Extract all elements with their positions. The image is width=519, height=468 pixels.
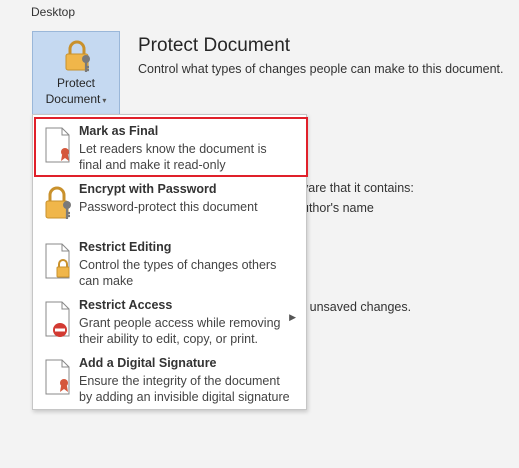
submenu-arrow-icon[interactable]: ▶ <box>289 312 296 323</box>
menu-item-mark-as-final[interactable]: Mark as Final Let readers know the docum… <box>33 119 306 177</box>
mark-as-final-icon <box>45 127 70 163</box>
menu-item-add-digital-signature[interactable]: Add a Digital Signature Ensure the integ… <box>33 351 306 409</box>
digital-signature-icon <box>45 359 70 395</box>
background-text-fragment: r unsaved changes. <box>302 300 412 314</box>
protect-button-line2: Document ▾ <box>45 92 107 106</box>
background-text-fragment: uthor's name <box>302 201 374 215</box>
menu-item-description: Control the types of changes others <box>79 258 277 272</box>
breadcrumb: Desktop <box>31 5 76 19</box>
encrypt-password-icon <box>45 186 71 219</box>
protect-document-button[interactable]: Protect Document ▾ <box>32 31 120 115</box>
menu-item-description: Let readers know the document is <box>79 142 267 156</box>
menu-item-description: Password-protect this document <box>79 200 258 214</box>
menu-item-title: Restrict Access <box>79 298 173 312</box>
menu-item-title: Add a Digital Signature <box>79 356 217 370</box>
section-description: Control what types of changes people can… <box>138 62 504 76</box>
menu-item-description: Grant people access while removing <box>79 316 281 330</box>
menu-item-description: final and make it read-only <box>79 158 226 172</box>
restrict-editing-icon <box>45 243 70 279</box>
menu-item-title: Restrict Editing <box>79 240 172 254</box>
restrict-access-icon <box>45 301 70 337</box>
menu-item-restrict-access[interactable]: Restrict Access Grant people access whil… <box>33 293 306 351</box>
background-text-fragment: vare that it contains: <box>302 181 414 195</box>
menu-item-restrict-editing[interactable]: Restrict Editing Control the types of ch… <box>33 235 306 293</box>
menu-item-title: Encrypt with Password <box>79 182 217 196</box>
menu-item-description: can make <box>79 274 134 288</box>
menu-item-description: by adding an invisible digital signature <box>79 390 290 404</box>
protect-document-menu: Mark as Final Let readers know the docum… <box>32 114 307 410</box>
menu-item-description: Ensure the integrity of the document <box>79 374 280 388</box>
section-title: Protect Document <box>138 35 291 56</box>
chevron-down-icon: ▾ <box>102 96 107 105</box>
menu-item-encrypt-with-password[interactable]: Encrypt with Password Password-protect t… <box>33 177 306 235</box>
protect-button-line1: Protect <box>56 76 95 90</box>
menu-item-title: Mark as Final <box>79 124 159 138</box>
menu-item-description: their ability to edit, copy, or print. <box>79 332 259 346</box>
lock-key-icon <box>65 40 90 72</box>
